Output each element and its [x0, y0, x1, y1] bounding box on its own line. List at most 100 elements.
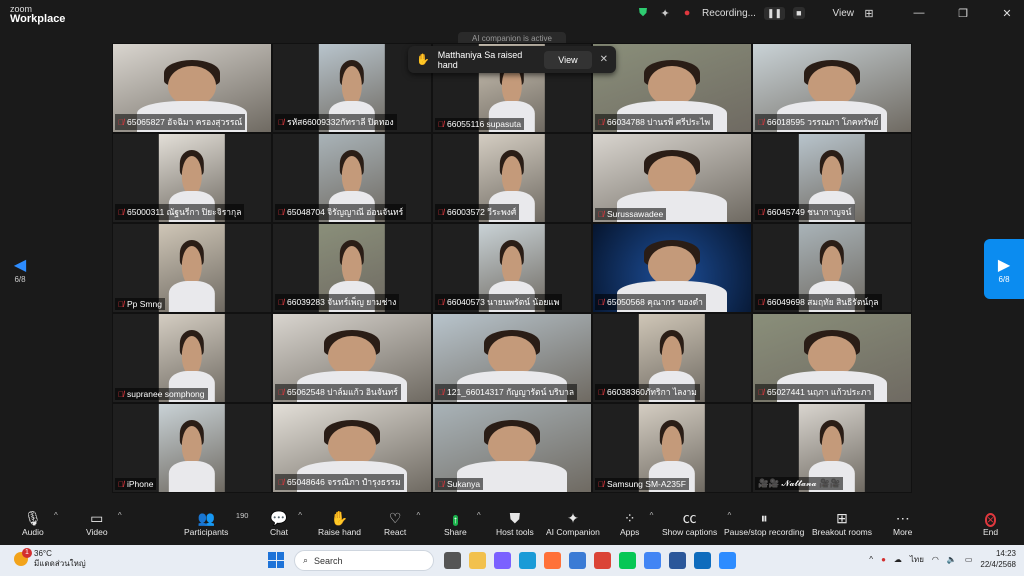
apps-options-caret[interactable]: ^ [650, 511, 654, 520]
copilot-icon[interactable] [494, 552, 511, 569]
participant-tile[interactable]: 🎙̸ 65065827 อัจฉิมา ครองสุวรรณ์ [112, 43, 272, 133]
participant-tile[interactable]: 🎙̸ 65027441 นฤภา แก้วประภา [752, 313, 912, 403]
participant-face [328, 336, 376, 376]
participant-tile[interactable]: 🎙̸ 66040573 นายนพรัตน์ น้อยแพ [432, 223, 592, 313]
participant-tile[interactable]: 🎙̸ 65000311 ณัฐนรีกา ปิยะจิรากุล [112, 133, 272, 223]
apps-button[interactable]: ⁘ Apps ^ [620, 509, 653, 537]
participant-tile[interactable]: 🎙̸ Pp Smng [112, 223, 272, 313]
grid-view-icon[interactable]: ⊞ [862, 6, 876, 20]
participant-tile[interactable]: 🎙̸ 66003572 วีระพงศ์ [432, 133, 592, 223]
pause-stop-recording-button[interactable]: ⏸ Pause/stop recording [724, 509, 804, 537]
audio-button[interactable]: 🎙 Audio ^ [22, 509, 58, 537]
participant-tile[interactable]: 🎙̸ 66045749 ชนากาญจน์ [752, 133, 912, 223]
windows-start-icon[interactable] [268, 552, 284, 568]
raised-hand-notification: ✋ Matthaniya Sa raised hand View ✕ [408, 46, 616, 73]
word-icon[interactable] [669, 552, 686, 569]
clock[interactable]: 14:23 22/4/2568 [980, 548, 1016, 570]
microphone-icon: 🎙 [23, 510, 42, 526]
chat-options-caret[interactable]: ^ [298, 511, 302, 520]
pause-recording-button[interactable]: ❚❚ [763, 6, 786, 20]
close-icon[interactable]: ✕ [1000, 6, 1014, 20]
next-page-button[interactable]: ▶ 6/8 [984, 239, 1024, 299]
video-options-caret[interactable]: ^ [118, 511, 122, 520]
view-raised-hand-button[interactable]: View [544, 50, 592, 69]
show-captions-button[interactable]: ㏄ Show captions ^ [662, 509, 731, 537]
host-tools-button[interactable]: ⛊ Host tools [496, 509, 534, 537]
participant-tile[interactable]: 🎥🎥 𝓝𝓪𝓽𝓽𝓪𝓷𝓪 🎥🎥 [752, 403, 912, 493]
maximize-icon[interactable]: ❐ [956, 6, 970, 20]
participants-button[interactable]: 👥 Participants 190 [184, 509, 248, 537]
recording-label: Recording... [702, 7, 756, 19]
zoom-icon[interactable] [719, 552, 736, 569]
shield-icon[interactable]: ⛊ [636, 6, 650, 20]
muted-mic-icon: 🎙̸ [598, 479, 604, 489]
participant-face [488, 426, 536, 466]
more-button[interactable]: ⋯ More [893, 509, 912, 537]
participant-name: 66045749 ชนากาญจน์ [767, 207, 852, 217]
chrome-profile-icon[interactable] [644, 552, 661, 569]
previous-page-button[interactable]: ◀ 6/8 [0, 239, 40, 299]
muted-mic-icon: 🎙̸ [438, 207, 444, 217]
participant-name: Pp Smng [127, 299, 162, 309]
react-button[interactable]: ♡ React ^ [384, 509, 420, 537]
close-notification-icon[interactable]: ✕ [600, 54, 608, 65]
muted-mic-icon: 🎙̸ [278, 477, 284, 487]
participant-tile[interactable]: 🎙̸ 66038360ภัทริกา ไลงาม [592, 313, 752, 403]
participant-tile[interactable]: 🎙̸ Surussawadee [592, 133, 752, 223]
chat-button[interactable]: 💬 Chat ^ [270, 509, 302, 537]
store-icon[interactable] [569, 552, 586, 569]
cloud-icon[interactable]: ☁ [894, 555, 902, 564]
participant-tile[interactable]: 🎙̸ Sukanya [432, 403, 592, 493]
react-options-caret[interactable]: ^ [416, 511, 420, 520]
language-indicator[interactable]: ไทย [910, 553, 924, 566]
participant-tile[interactable]: 🎙̸ Samsung SM-A235F [592, 403, 752, 493]
battery-icon[interactable]: ▭ [965, 555, 973, 564]
participant-tile[interactable]: 🎙̸ 66039283 จันทร์เพ็ญ ยามช่าง [272, 223, 432, 313]
participant-tile[interactable]: 🎙̸ 66018595 วรรณภา โภคทรัพย์ [752, 43, 912, 133]
weather-widget[interactable]: 1 36°C มีแดดส่วนใหญ่ [14, 548, 86, 569]
participant-nameplate: 🎙̸ Surussawadee [595, 208, 667, 220]
participant-tile[interactable]: 🎙̸ iPhone [112, 403, 272, 493]
muted-mic-icon: 🎙̸ [438, 387, 444, 397]
raise-hand-button[interactable]: ✋ Raise hand [318, 509, 361, 537]
audio-options-caret[interactable]: ^ [54, 511, 58, 520]
participant-tile[interactable]: 🎙̸ supranee somphong [112, 313, 272, 403]
firefox-icon[interactable] [544, 552, 561, 569]
share-arrow-icon: ↑ [452, 515, 458, 526]
task-view-icon[interactable] [444, 552, 461, 569]
view-menu-button[interactable]: View [833, 8, 855, 19]
line-icon[interactable] [619, 552, 636, 569]
participant-tile[interactable]: 🎙̸ 66049698 สมฤทัย สินธิรัตน์กุล [752, 223, 912, 313]
end-meeting-button[interactable]: ✕ End [983, 509, 998, 537]
share-options-caret[interactable]: ^ [477, 511, 481, 520]
video-button[interactable]: ▭ Video ^ [86, 509, 122, 537]
stop-recording-button[interactable]: ■ [793, 7, 805, 19]
chevron-up-icon[interactable]: ^ [869, 555, 873, 564]
minimize-icon[interactable]: — [912, 6, 926, 20]
sparkle-icon: ✦ [567, 510, 579, 526]
chrome-icon[interactable] [594, 552, 611, 569]
volume-icon[interactable]: 🔈 [947, 555, 957, 564]
breakout-rooms-button[interactable]: ⊞ Breakout rooms [812, 509, 872, 537]
participant-tile[interactable]: 🎙̸ 65062548 ปาล์มแก้ว อินจันทร์ [272, 313, 432, 403]
participant-tile[interactable]: 🎙̸ 65050568 คุณากร ของดำ [592, 223, 752, 313]
antivirus-icon[interactable]: ● [881, 555, 886, 564]
participant-tile[interactable]: 🎙̸ 66034788 ปานรพี ศรีประไพ [592, 43, 752, 133]
ai-companion-button[interactable]: ✦ AI Companion [546, 509, 600, 537]
participant-tile[interactable]: 🎙̸ 65048646 จรรณิภา ปำรุงธรรม [272, 403, 432, 493]
taskbar-search[interactable]: ⌕ Search [294, 550, 434, 571]
mail-icon[interactable] [694, 552, 711, 569]
participant-face [822, 426, 842, 466]
pinned-apps [444, 552, 736, 569]
share-button[interactable]: ↑ Share ^ [444, 509, 481, 537]
participant-nameplate: 🎙̸ 66018595 วรรณภา โภคทรัพย์ [755, 114, 882, 130]
wifi-icon[interactable]: ◠ [932, 555, 939, 564]
participant-grid: 🎙̸ 65065827 อัจฉิมา ครองสุวรรณ์ 🎙̸ รหัส6600… [112, 43, 912, 493]
edge-icon[interactable] [519, 552, 536, 569]
participant-tile[interactable]: 🎙̸ 65048704 จิรัญญาณี อ่อนจันทร์ [272, 133, 432, 223]
temperature: 36°C [34, 549, 52, 558]
participant-tile[interactable]: 🎙̸ 121_66014317 กัญญารัตน์ บริบาล [432, 313, 592, 403]
file-explorer-icon[interactable] [469, 552, 486, 569]
participant-face [822, 246, 842, 286]
sparkle-icon[interactable]: ✦ [658, 6, 672, 20]
